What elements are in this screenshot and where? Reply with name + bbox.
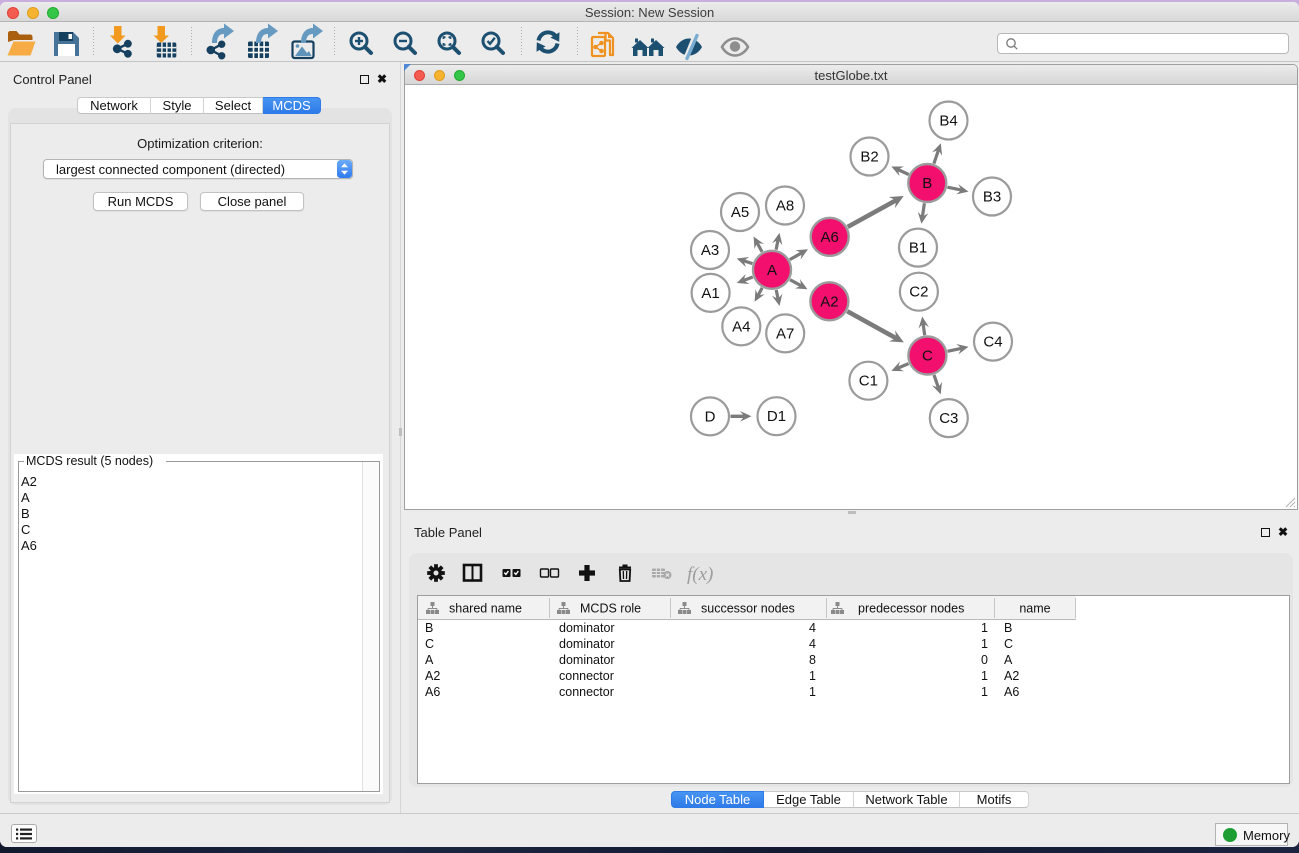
svg-text:A6: A6 <box>821 229 839 246</box>
svg-text:shared name: shared name <box>449 602 522 616</box>
svg-text:successor nodes: successor nodes <box>701 602 795 616</box>
svg-text:A4: A4 <box>732 318 750 335</box>
svg-text:B: B <box>922 175 932 192</box>
svg-text:D1: D1 <box>767 408 786 425</box>
svg-text:C2: C2 <box>909 284 928 301</box>
svg-text:C: C <box>922 348 933 365</box>
svg-text:D: D <box>705 408 716 425</box>
svg-text:A2: A2 <box>820 293 838 310</box>
svg-text:name: name <box>1019 602 1050 616</box>
svg-text:A8: A8 <box>776 198 794 215</box>
svg-text:B4: B4 <box>939 113 957 130</box>
svg-text:B3: B3 <box>983 189 1001 206</box>
svg-text:A5: A5 <box>731 204 749 221</box>
svg-text:C4: C4 <box>983 334 1002 351</box>
svg-text:f(x): f(x) <box>687 564 713 585</box>
svg-text:predecessor nodes: predecessor nodes <box>858 602 964 616</box>
svg-text:A7: A7 <box>776 325 794 342</box>
svg-text:A: A <box>767 262 777 279</box>
svg-text:C3: C3 <box>939 410 958 427</box>
svg-text:C1: C1 <box>859 373 878 390</box>
svg-text:B1: B1 <box>909 240 927 257</box>
svg-text:MCDS role: MCDS role <box>580 602 641 616</box>
svg-text:B2: B2 <box>860 149 878 166</box>
svg-text:A3: A3 <box>701 242 719 259</box>
svg-text:A1: A1 <box>701 285 719 302</box>
